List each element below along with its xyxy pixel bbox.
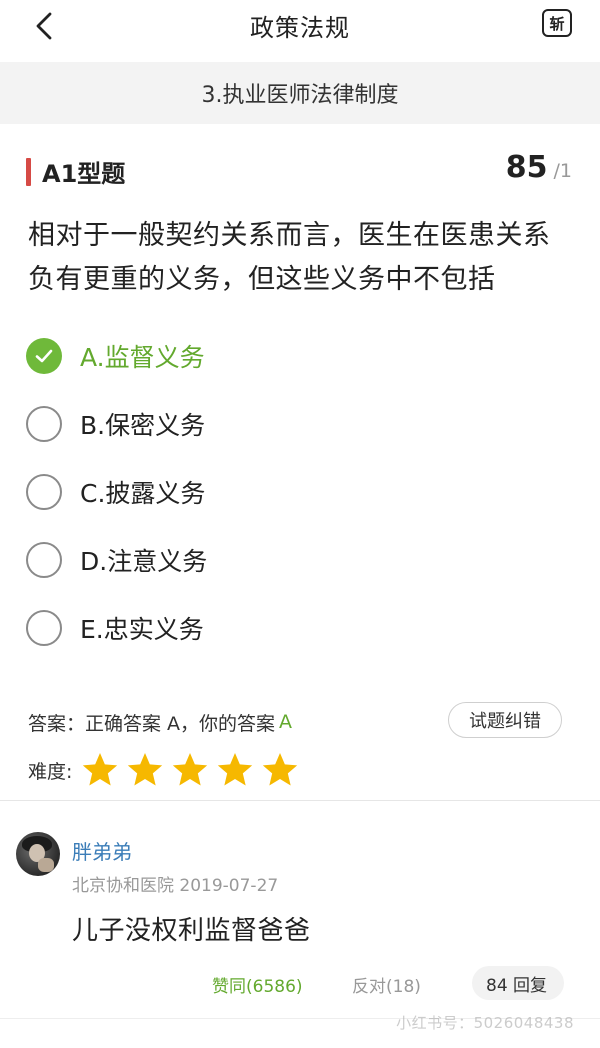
top-nav-bar: 政策法规 斩 — [0, 0, 600, 62]
option-label: E.忠实义务 — [80, 615, 204, 644]
radio-circle-icon — [26, 406, 62, 442]
option-label: D.注意义务 — [80, 547, 208, 576]
star-icon — [173, 753, 208, 786]
option-label: A.监督义务 — [80, 343, 205, 372]
avatar-hand — [38, 858, 54, 872]
question-type-marker — [26, 158, 31, 186]
option-d[interactable]: D.注意义务 — [26, 526, 566, 594]
comment-meta: 北京协和医院 2019-07-27 — [72, 876, 279, 896]
star-icon — [218, 753, 253, 786]
question-number-current: 85 — [505, 150, 548, 185]
answer-row: 答案：正确答案 A，你的答案 A 试题纠错 — [28, 702, 568, 740]
check-circle-icon — [26, 338, 62, 374]
comment-username[interactable]: 胖弟弟 — [72, 836, 132, 865]
comment-actions: 赞同(6586) 反对(18) 84 回复 — [0, 966, 600, 1002]
avatar[interactable] — [16, 832, 60, 876]
option-c[interactable]: C.披露义务 — [26, 458, 566, 526]
watermark: 小红书号：5026048438 — [396, 1014, 574, 1032]
page-title: 政策法规 — [250, 14, 350, 42]
radio-circle-icon — [26, 542, 62, 578]
star-icon — [83, 753, 118, 786]
report-error-button[interactable]: 试题纠错 — [448, 702, 562, 738]
dislike-button[interactable]: 反对(18) — [352, 972, 421, 997]
question-stem: 相对于一般契约关系而言，医生在医患关系负有更重的义务，但这些义务中不包括 — [28, 220, 551, 295]
answer-text: 答案：正确答案 A，你的答案 — [28, 712, 276, 735]
comment-text: 儿子没权利监督爸爸 — [72, 916, 311, 946]
option-b[interactable]: B.保密义务 — [26, 390, 566, 458]
star-icon — [263, 753, 298, 786]
my-answer: A — [279, 711, 293, 733]
page: 政策法规 斩 3.执业医师法律制度 A1型题 85 /1 相对于一般契约关系而言… — [0, 0, 600, 1048]
option-a[interactable]: A.监督义务 — [26, 322, 566, 390]
reply-button[interactable]: 84 回复 — [472, 966, 564, 1000]
option-label: C.披露义务 — [80, 479, 206, 508]
radio-circle-icon — [26, 610, 62, 646]
option-e[interactable]: E.忠实义务 — [26, 594, 566, 662]
difficulty-label: 难度: — [28, 760, 73, 783]
question-number-total: /1 — [553, 160, 573, 182]
question-number: 85 /1 — [506, 150, 572, 185]
question-type-label: A1型题 — [42, 160, 126, 188]
radio-circle-icon — [26, 474, 62, 510]
difficulty-row: 难度: — [28, 748, 305, 792]
like-button[interactable]: 赞同(6586) — [212, 972, 303, 997]
section-divider — [0, 800, 600, 801]
simplified-toggle-button[interactable]: 斩 — [542, 9, 572, 37]
option-label: B.保密义务 — [80, 411, 206, 440]
chapter-title: 3.执业医师法律制度 — [0, 62, 600, 124]
option-list: A.监督义务 B.保密义务 C.披露义务 D.注意义务 E.忠实义务 — [26, 322, 566, 662]
star-icon — [128, 753, 163, 786]
